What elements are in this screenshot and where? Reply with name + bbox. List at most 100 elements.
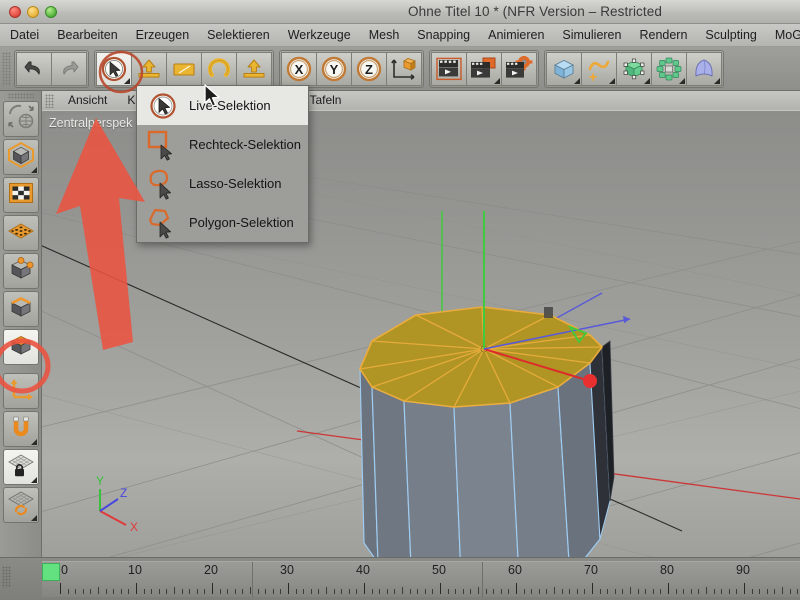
left-item-texture-mode[interactable]	[2, 177, 39, 213]
left-item-edge-mode[interactable]	[2, 291, 39, 327]
render-region-button[interactable]	[466, 51, 502, 86]
redo-button[interactable]	[51, 51, 87, 86]
menu-erzeugen[interactable]: Erzeugen	[127, 24, 199, 46]
axis-x-button[interactable]: X	[281, 51, 317, 86]
viewport-perspective-label: Zentralperspek	[46, 115, 137, 132]
menu-mograph[interactable]: MoGraph	[766, 24, 800, 46]
left-item-workplane-mode[interactable]	[2, 215, 39, 251]
flyout-item-polygon-selektion[interactable]: Polygon-Selektion	[137, 203, 308, 242]
scale-button[interactable]	[166, 51, 202, 86]
render-view-button[interactable]	[431, 51, 467, 86]
timeline-tick	[326, 587, 327, 594]
timeline-playhead[interactable]	[42, 563, 60, 581]
redo-icon	[57, 58, 81, 80]
menu-selektieren[interactable]: Selektieren	[198, 24, 279, 46]
move-alt-button[interactable]	[236, 51, 272, 86]
left-palette-grip[interactable]	[7, 93, 34, 99]
button-flyout-corner[interactable]	[714, 77, 720, 84]
flyout-item-lasso-selektion[interactable]: Lasso-Selektion	[137, 164, 308, 203]
button-flyout-corner[interactable]	[30, 439, 37, 445]
axis-x-icon: X	[285, 55, 313, 83]
timeline-tick	[637, 589, 639, 594]
world-object-coords-button[interactable]	[386, 51, 422, 86]
move-alt-icon	[240, 56, 268, 82]
menu-sculpting[interactable]: Sculpting	[696, 24, 765, 46]
timeline-tick	[386, 589, 388, 594]
timeline-tick	[120, 589, 122, 594]
timeline-tick	[561, 589, 563, 594]
cinema4d-window: Ohne Titel 10 * (NFR Version – Restricte…	[0, 0, 800, 600]
timeline-tick	[774, 589, 776, 594]
timeline-tick	[303, 589, 305, 594]
tick-label: 40	[356, 563, 370, 577]
timeline-tick	[333, 589, 335, 594]
selection-tool-flyout-menu[interactable]: Live-Selektion Rechteck-Selektion Lasso-…	[136, 85, 309, 243]
viewport-menu-ansicht[interactable]: Ansicht	[58, 91, 117, 110]
viewport-grip[interactable]	[45, 93, 54, 108]
left-item-polygon-mode[interactable]	[2, 329, 39, 365]
undo-button[interactable]	[16, 51, 52, 86]
flyout-item-live-selektion[interactable]: Live-Selektion	[137, 86, 308, 125]
left-item-workplane-rotate[interactable]	[2, 487, 39, 523]
timeline-tick	[523, 589, 525, 594]
move-button[interactable]	[131, 51, 167, 86]
timeline-tick	[728, 589, 730, 594]
flyout-label: Lasso-Selektion	[189, 176, 282, 191]
button-flyout-corner[interactable]	[644, 77, 650, 84]
live-selection-button[interactable]	[96, 51, 132, 86]
timeline-tick	[189, 589, 191, 594]
left-item-point-mode[interactable]	[2, 253, 39, 289]
render-settings-button[interactable]	[501, 51, 537, 86]
menu-datei[interactable]: Datei	[0, 24, 48, 46]
viewport-axis-gizmo: Y X Z	[96, 474, 138, 534]
timeline-grip[interactable]	[2, 566, 11, 588]
button-flyout-corner[interactable]	[124, 77, 130, 84]
timeline-tick	[660, 589, 662, 594]
toolbar-grip[interactable]	[2, 51, 11, 86]
button-flyout-corner[interactable]	[574, 77, 580, 84]
array-button[interactable]	[651, 51, 687, 86]
deformer-button[interactable]	[686, 51, 722, 86]
timeline-tick	[394, 589, 396, 594]
timeline-tick	[75, 589, 77, 594]
menu-rendern[interactable]: Rendern	[630, 24, 696, 46]
live-selection-icon	[143, 91, 183, 121]
menu-snapping[interactable]: Snapping	[408, 24, 479, 46]
axis-y-button[interactable]: Y	[316, 51, 352, 86]
timeline-tick	[645, 589, 647, 594]
menu-mesh[interactable]: Mesh	[360, 24, 409, 46]
left-item-magnet[interactable]	[2, 411, 39, 447]
timeline-ruler[interactable]: 0 10 20 30 40 50 60 70 80 90	[42, 561, 800, 597]
timeline-tick	[212, 583, 213, 594]
tick-label: 20	[204, 563, 218, 577]
rotate-button[interactable]	[201, 51, 237, 86]
button-flyout-corner[interactable]	[609, 77, 615, 84]
button-flyout-corner[interactable]	[30, 515, 37, 521]
rotate-icon	[205, 56, 233, 82]
timeline-tick	[272, 589, 274, 594]
tick-label: 90	[736, 563, 750, 577]
timeline-tick	[234, 589, 236, 594]
left-item-model-mode[interactable]	[2, 139, 39, 175]
menu-bearbeiten[interactable]: Bearbeiten	[48, 24, 126, 46]
cube-primitive-button[interactable]	[546, 51, 582, 86]
svg-text:Y: Y	[330, 62, 339, 77]
button-flyout-corner[interactable]	[494, 77, 500, 84]
flyout-item-rechteck-selektion[interactable]: Rechteck-Selektion	[137, 125, 308, 164]
spline-button[interactable]	[581, 51, 617, 86]
left-item-make-editable[interactable]	[2, 101, 39, 137]
button-flyout-corner[interactable]	[30, 167, 37, 173]
axis-z-button[interactable]: Z	[351, 51, 387, 86]
menu-werkzeuge[interactable]: Werkzeuge	[279, 24, 360, 46]
timeline-tick	[265, 589, 267, 594]
left-item-workplane-lock[interactable]	[2, 449, 39, 485]
left-item-axis-mode[interactable]	[2, 373, 39, 409]
button-flyout-corner[interactable]	[679, 77, 685, 84]
timeline-tick	[318, 589, 320, 594]
menu-simulieren[interactable]: Simulieren	[553, 24, 630, 46]
render-settings-icon	[504, 55, 534, 82]
nurbs-button[interactable]	[616, 51, 652, 86]
timeline-tick	[508, 589, 510, 594]
menu-animieren[interactable]: Animieren	[479, 24, 553, 46]
button-flyout-corner[interactable]	[30, 477, 37, 483]
